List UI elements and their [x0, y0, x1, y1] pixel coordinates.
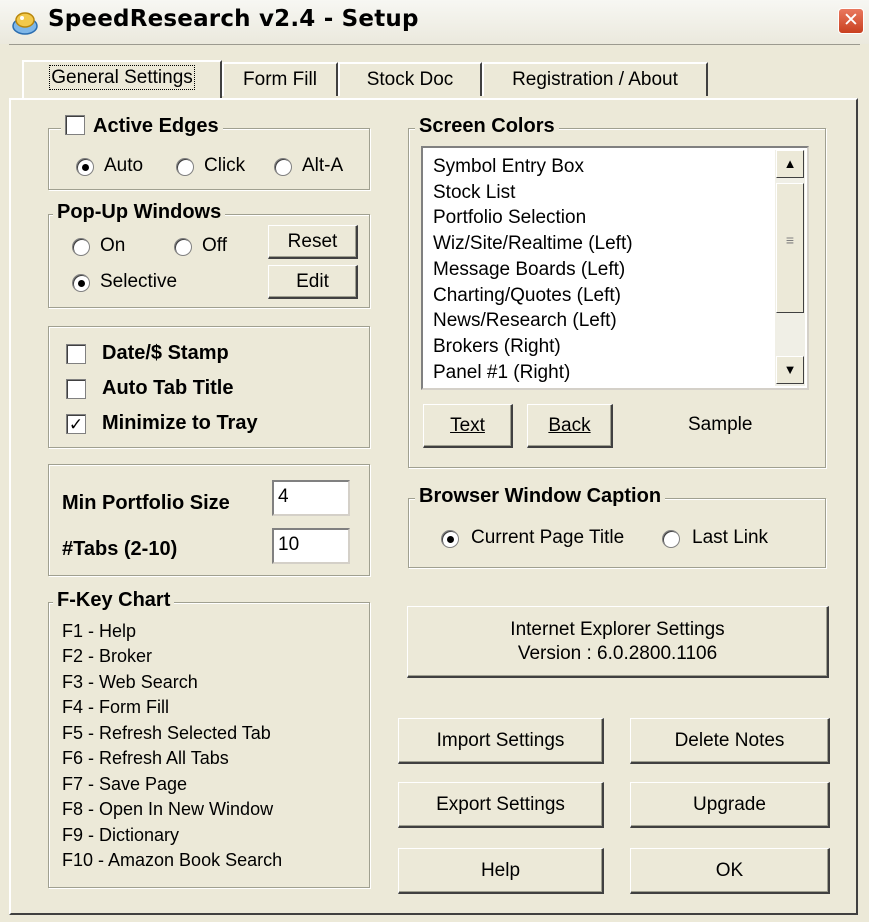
- scroll-down-icon[interactable]: ▼: [776, 356, 804, 384]
- auto-tab-title-label: Auto Tab Title: [102, 377, 234, 399]
- browser-caption-title: Browser Window Caption: [415, 485, 666, 508]
- fkey-item: F10 - Amazon Book Search: [62, 850, 283, 870]
- active-edges-header: Active Edges: [61, 114, 223, 138]
- fkey-item: F9 - Dictionary: [62, 825, 180, 845]
- tab-form-fill[interactable]: Form Fill: [222, 62, 338, 96]
- screen-colors-list[interactable]: Symbol Entry Box Stock List Portfolio Se…: [421, 146, 809, 390]
- auto-tab-title-checkbox[interactable]: [66, 379, 86, 399]
- active-edges-alta-label: Alt-A: [302, 155, 344, 176]
- screen-colors-title: Screen Colors: [415, 115, 559, 138]
- edit-button[interactable]: Edit: [268, 265, 358, 299]
- tab-general-settings-label: General Settings: [49, 65, 195, 90]
- list-item[interactable]: Panel #1 (Right): [433, 362, 570, 384]
- ie-settings-label: Internet Explorer Settings: [510, 618, 725, 640]
- caption-last-link-radio[interactable]: [662, 530, 680, 548]
- title-separator: [9, 44, 860, 45]
- min-portfolio-size-label: Min Portfolio Size: [62, 492, 230, 514]
- fkey-item: F7 - Save Page: [62, 774, 188, 794]
- fkey-item: F5 - Refresh Selected Tab: [62, 723, 271, 743]
- date-stamp-label: Date/$ Stamp: [102, 342, 229, 364]
- fkey-chart-title: F-Key Chart: [53, 589, 175, 612]
- min-portfolio-size-input[interactable]: 4: [272, 480, 350, 516]
- tab-registration-about[interactable]: Registration / About: [482, 62, 708, 96]
- app-icon: [12, 12, 38, 35]
- caption-current-page-radio[interactable]: [441, 530, 459, 548]
- reset-button[interactable]: Reset: [268, 225, 358, 259]
- date-stamp-checkbox[interactable]: [66, 344, 86, 364]
- export-settings-button[interactable]: Export Settings: [398, 782, 604, 828]
- tab-stock-doc[interactable]: Stock Doc: [338, 62, 482, 96]
- popup-off-radio[interactable]: [174, 238, 192, 256]
- popup-on-label: On: [100, 235, 126, 256]
- title-bar: SpeedResearch v2.4 - Setup ✕: [0, 0, 869, 44]
- text-color-button[interactable]: Text: [423, 404, 513, 448]
- setup-window: SpeedResearch v2.4 - Setup ✕ General Set…: [0, 0, 869, 922]
- tab-general-settings[interactable]: General Settings: [22, 60, 222, 98]
- active-edges-auto-label: Auto: [104, 155, 144, 176]
- popup-off-label: Off: [202, 235, 227, 256]
- sample-label: Sample: [688, 414, 753, 435]
- popup-selective-label: Selective: [100, 271, 178, 292]
- list-scrollbar[interactable]: ▲ ≡ ▼: [775, 150, 805, 386]
- list-item[interactable]: Charting/Quotes (Left): [433, 285, 621, 307]
- fkey-item: F3 - Web Search: [62, 672, 198, 692]
- caption-current-page-label: Current Page Title: [471, 527, 625, 548]
- popup-selective-radio[interactable]: [72, 274, 90, 292]
- list-item[interactable]: Message Boards (Left): [433, 259, 625, 281]
- ie-settings-button[interactable]: Internet Explorer Settings Version : 6.0…: [407, 606, 829, 678]
- popup-on-radio[interactable]: [72, 238, 90, 256]
- list-item[interactable]: Wiz/Site/Realtime (Left): [433, 233, 633, 255]
- back-color-label: Back: [548, 414, 591, 436]
- scroll-thumb[interactable]: ≡: [776, 183, 804, 313]
- import-settings-button[interactable]: Import Settings: [398, 718, 604, 764]
- popup-windows-title: Pop-Up Windows: [53, 201, 226, 224]
- active-edges-alta-radio[interactable]: [274, 158, 292, 176]
- fkey-item: F1 - Help: [62, 621, 137, 641]
- list-item[interactable]: Stock List: [433, 182, 515, 204]
- caption-last-link-label: Last Link: [692, 527, 769, 548]
- scroll-up-icon[interactable]: ▲: [776, 150, 804, 178]
- ie-version-label: Version : 6.0.2800.1106: [517, 642, 718, 664]
- fkey-item: F6 - Refresh All Tabs: [62, 748, 229, 768]
- fkey-item: F2 - Broker: [62, 646, 153, 666]
- active-edges-click-radio[interactable]: [176, 158, 194, 176]
- list-item[interactable]: News/Research (Left): [433, 310, 617, 332]
- minimize-to-tray-label: Minimize to Tray: [102, 412, 258, 434]
- back-color-button[interactable]: Back: [527, 404, 613, 448]
- ok-button[interactable]: OK: [630, 848, 830, 894]
- text-color-label: Text: [450, 414, 485, 436]
- minimize-to-tray-checkbox[interactable]: ✓: [66, 414, 86, 434]
- close-button[interactable]: ✕: [838, 8, 864, 34]
- fkey-item: F4 - Form Fill: [62, 697, 169, 717]
- tabs-count-label: #Tabs (2-10): [62, 538, 178, 560]
- upgrade-button[interactable]: Upgrade: [630, 782, 830, 828]
- fkey-item: F8 - Open In New Window: [62, 799, 274, 819]
- delete-notes-button[interactable]: Delete Notes: [630, 718, 830, 764]
- active-edges-title: Active Edges: [93, 115, 219, 137]
- active-edges-auto-radio[interactable]: [76, 158, 94, 176]
- list-item[interactable]: Brokers (Right): [433, 336, 561, 358]
- list-item[interactable]: Symbol Entry Box: [433, 156, 584, 178]
- window-title: SpeedResearch v2.4 - Setup: [48, 6, 419, 32]
- active-edges-checkbox[interactable]: [65, 114, 85, 135]
- active-edges-click-label: Click: [204, 155, 246, 176]
- list-item[interactable]: Portfolio Selection: [433, 207, 586, 229]
- help-button[interactable]: Help: [398, 848, 604, 894]
- tabs-count-input[interactable]: 10: [272, 528, 350, 564]
